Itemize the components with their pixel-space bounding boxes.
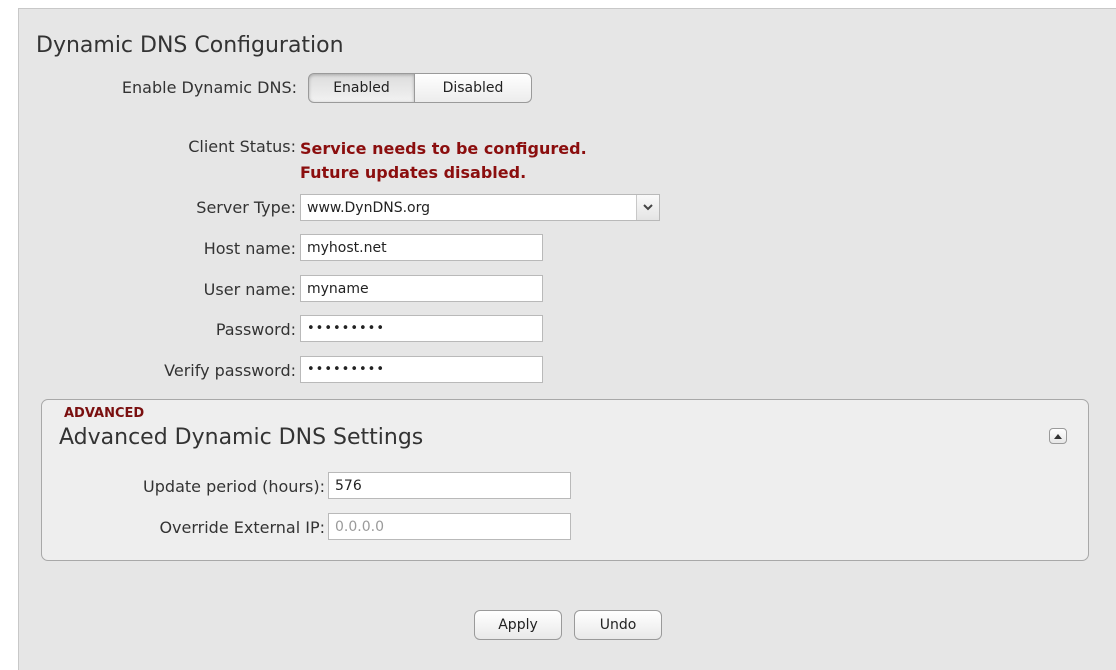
server-type-label: Server Type: [196, 198, 296, 217]
host-name-label: Host name: [203, 239, 296, 258]
enable-ddns-label: Enable Dynamic DNS: [121, 78, 297, 97]
server-type-select[interactable]: www.DynDNS.org [300, 194, 660, 221]
client-status-line-2: Future updates disabled. [300, 163, 527, 182]
password-input[interactable]: ••••••••• [300, 315, 543, 342]
collapse-advanced-button[interactable] [1049, 428, 1067, 444]
advanced-tag: ADVANCED [64, 406, 145, 421]
page-title: Dynamic DNS Configuration [36, 33, 344, 58]
advanced-title: Advanced Dynamic DNS Settings [59, 425, 424, 450]
client-status-value: Service needs to be configured. Future u… [300, 137, 587, 185]
update-period-input[interactable]: 576 [328, 472, 571, 499]
triangle-up-icon [1054, 433, 1062, 439]
server-type-value: www.DynDNS.org [307, 199, 431, 216]
verify-password-input[interactable]: ••••••••• [300, 356, 543, 383]
enabled-button[interactable]: Enabled [308, 73, 415, 103]
chevron-down-icon[interactable] [636, 195, 659, 220]
advanced-section: ADVANCED Advanced Dynamic DNS Settings U… [41, 399, 1089, 561]
undo-button[interactable]: Undo [574, 610, 662, 640]
client-status-line-1: Service needs to be configured. [300, 139, 587, 158]
disabled-button[interactable]: Disabled [415, 73, 532, 103]
password-label: Password: [215, 320, 296, 339]
host-name-input[interactable]: myhost.net [300, 234, 543, 261]
client-status-label: Client Status: [188, 137, 296, 156]
user-name-input[interactable]: myname [300, 275, 543, 302]
user-name-label: User name: [203, 280, 296, 299]
ddns-panel: Dynamic DNS Configuration Enable Dynamic… [18, 8, 1116, 670]
verify-password-label: Verify password: [164, 361, 296, 380]
update-period-label: Update period (hours): [143, 477, 325, 496]
enable-ddns-toggle[interactable]: Enabled Disabled [308, 73, 532, 103]
override-ip-label: Override External IP: [159, 518, 325, 537]
apply-button[interactable]: Apply [474, 610, 562, 640]
override-ip-input[interactable]: 0.0.0.0 [328, 513, 571, 540]
